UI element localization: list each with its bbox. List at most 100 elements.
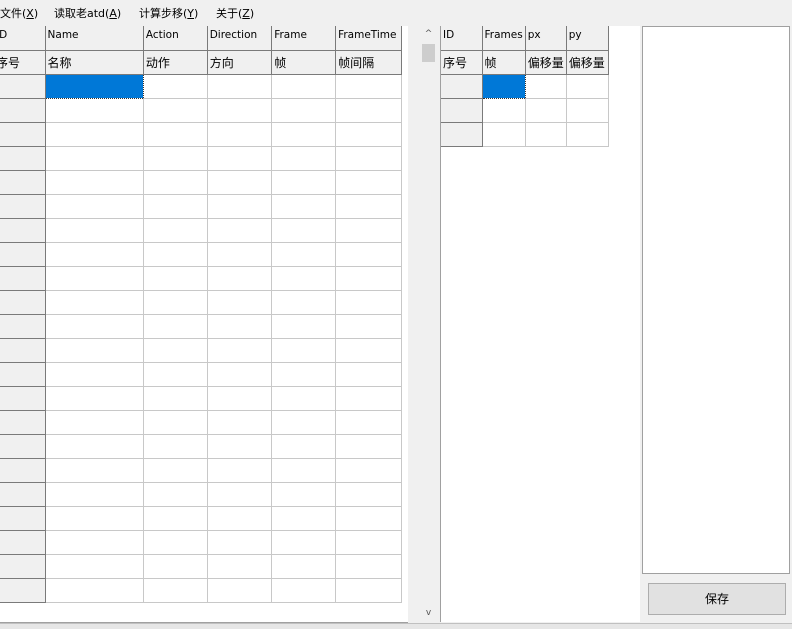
action-grid-cell[interactable] bbox=[143, 266, 208, 291]
action-grid-cell[interactable] bbox=[271, 266, 337, 291]
action-grid-cell[interactable] bbox=[45, 290, 144, 315]
action-grid-cell[interactable] bbox=[271, 554, 337, 579]
action-grid-cell[interactable] bbox=[143, 194, 208, 219]
action-grid-cell[interactable] bbox=[335, 170, 402, 195]
action-grid-cell[interactable] bbox=[335, 122, 402, 147]
col-header-direction[interactable]: Direction bbox=[207, 26, 273, 51]
frame-grid-row[interactable] bbox=[441, 121, 609, 147]
vertical-scrollbar[interactable]: ^ v bbox=[420, 26, 437, 622]
action-grid-cell[interactable] bbox=[45, 362, 144, 387]
action-grid-cell[interactable] bbox=[45, 98, 144, 123]
action-grid-row[interactable] bbox=[0, 337, 402, 363]
action-grid-row[interactable] bbox=[0, 73, 402, 99]
action-grid-cell[interactable] bbox=[335, 482, 402, 507]
action-grid-row-header[interactable] bbox=[0, 361, 46, 387]
action-grid-row-header[interactable] bbox=[0, 145, 46, 171]
action-grid-row-header[interactable] bbox=[0, 577, 46, 603]
action-grid-cell[interactable] bbox=[143, 74, 208, 99]
action-grid-cell[interactable] bbox=[143, 506, 208, 531]
col-header-name[interactable]: Name bbox=[45, 26, 144, 51]
action-grid-cell[interactable] bbox=[207, 506, 273, 531]
frame-col-header-id[interactable]: ID bbox=[441, 26, 483, 51]
frame-col-header-px[interactable]: px bbox=[525, 26, 567, 51]
action-grid-cell[interactable] bbox=[207, 338, 273, 363]
action-grid-cell[interactable] bbox=[271, 410, 337, 435]
frame-grid-row-header[interactable] bbox=[441, 73, 483, 99]
action-grid-row-header[interactable] bbox=[0, 217, 46, 243]
scroll-down-arrow-icon[interactable]: v bbox=[420, 605, 437, 622]
scroll-thumb[interactable] bbox=[422, 44, 435, 62]
action-grid-cell[interactable] bbox=[143, 314, 208, 339]
action-grid-row[interactable] bbox=[0, 193, 402, 219]
col-subheader-action[interactable]: 动作 bbox=[143, 50, 208, 75]
action-grid-cell[interactable] bbox=[207, 362, 273, 387]
action-grid-cell[interactable] bbox=[335, 530, 402, 555]
action-grid-cell[interactable] bbox=[45, 530, 144, 555]
frame-grid-cell[interactable] bbox=[525, 122, 567, 147]
action-grid-cell[interactable] bbox=[143, 482, 208, 507]
action-grid-cell[interactable] bbox=[207, 482, 273, 507]
action-grid-cell[interactable] bbox=[45, 434, 144, 459]
action-grid-cell[interactable] bbox=[271, 506, 337, 531]
action-grid-cell[interactable] bbox=[207, 458, 273, 483]
action-grid-row[interactable] bbox=[0, 505, 402, 531]
action-grid-row-header[interactable] bbox=[0, 433, 46, 459]
action-grid-row-header[interactable] bbox=[0, 481, 46, 507]
col-header-frame[interactable]: Frame bbox=[271, 26, 337, 51]
action-grid-row-header[interactable] bbox=[0, 121, 46, 147]
action-grid-row-header[interactable] bbox=[0, 289, 46, 315]
menu-file[interactable]: 文件(X) bbox=[0, 5, 38, 21]
action-grid-cell[interactable] bbox=[143, 122, 208, 147]
col-subheader-direction[interactable]: 方向 bbox=[207, 50, 273, 75]
action-grid-cell[interactable] bbox=[207, 266, 273, 291]
action-grid-cell[interactable] bbox=[45, 170, 144, 195]
frame-grid-cell[interactable] bbox=[566, 74, 609, 99]
action-grid-cell[interactable] bbox=[45, 410, 144, 435]
action-grid-cell[interactable] bbox=[143, 578, 208, 603]
action-grid-cell[interactable] bbox=[143, 146, 208, 171]
action-grid-cell[interactable] bbox=[143, 530, 208, 555]
action-grid-cell[interactable] bbox=[207, 314, 273, 339]
action-grid-cell[interactable] bbox=[45, 506, 144, 531]
action-grid-cell[interactable] bbox=[271, 242, 337, 267]
action-grid-cell[interactable] bbox=[45, 194, 144, 219]
action-grid-cell[interactable] bbox=[143, 218, 208, 243]
action-grid-cell[interactable] bbox=[207, 242, 273, 267]
action-grid-cell[interactable] bbox=[45, 146, 144, 171]
frame-grid-cell[interactable] bbox=[525, 98, 567, 123]
action-grid-cell[interactable] bbox=[335, 434, 402, 459]
action-grid-row[interactable] bbox=[0, 289, 402, 315]
frame-grid-cell[interactable] bbox=[566, 98, 609, 123]
action-grid-cell[interactable] bbox=[45, 218, 144, 243]
frame-grid-row-header[interactable] bbox=[441, 97, 483, 123]
action-grid-cell[interactable] bbox=[335, 266, 402, 291]
action-grid-row[interactable] bbox=[0, 145, 402, 171]
action-grid-cell[interactable] bbox=[45, 554, 144, 579]
action-grid-row[interactable] bbox=[0, 265, 402, 291]
action-grid-cell[interactable] bbox=[207, 98, 273, 123]
action-grid-cell[interactable] bbox=[45, 458, 144, 483]
action-grid-row-header[interactable] bbox=[0, 313, 46, 339]
action-grid-cell[interactable] bbox=[45, 386, 144, 411]
frame-grid-cell[interactable] bbox=[525, 74, 567, 99]
action-grid-row[interactable] bbox=[0, 169, 402, 195]
action-grid-cell[interactable] bbox=[335, 410, 402, 435]
action-grid-cell[interactable] bbox=[271, 290, 337, 315]
action-grid-row-header[interactable] bbox=[0, 241, 46, 267]
action-grid-row[interactable] bbox=[0, 385, 402, 411]
action-grid-cell[interactable] bbox=[207, 578, 273, 603]
action-grid-cell[interactable] bbox=[335, 74, 402, 99]
action-grid-cell[interactable] bbox=[335, 218, 402, 243]
frame-col-header-py[interactable]: py bbox=[566, 26, 609, 51]
action-grid-row-header[interactable] bbox=[0, 337, 46, 363]
action-grid-cell[interactable] bbox=[143, 242, 208, 267]
frame-col-subheader-px[interactable]: 偏移量 bbox=[525, 50, 567, 75]
col-subheader-frametime[interactable]: 帧间隔 bbox=[335, 50, 402, 75]
col-subheader-id[interactable]: 序号 bbox=[0, 50, 46, 75]
frame-grid-cell[interactable] bbox=[566, 122, 609, 147]
action-grid-cell[interactable] bbox=[207, 122, 273, 147]
action-grid-cell[interactable] bbox=[271, 98, 337, 123]
frame-col-header-frames[interactable]: Frames bbox=[482, 26, 526, 51]
action-grid-row[interactable] bbox=[0, 433, 402, 459]
action-grid-cell[interactable] bbox=[271, 386, 337, 411]
